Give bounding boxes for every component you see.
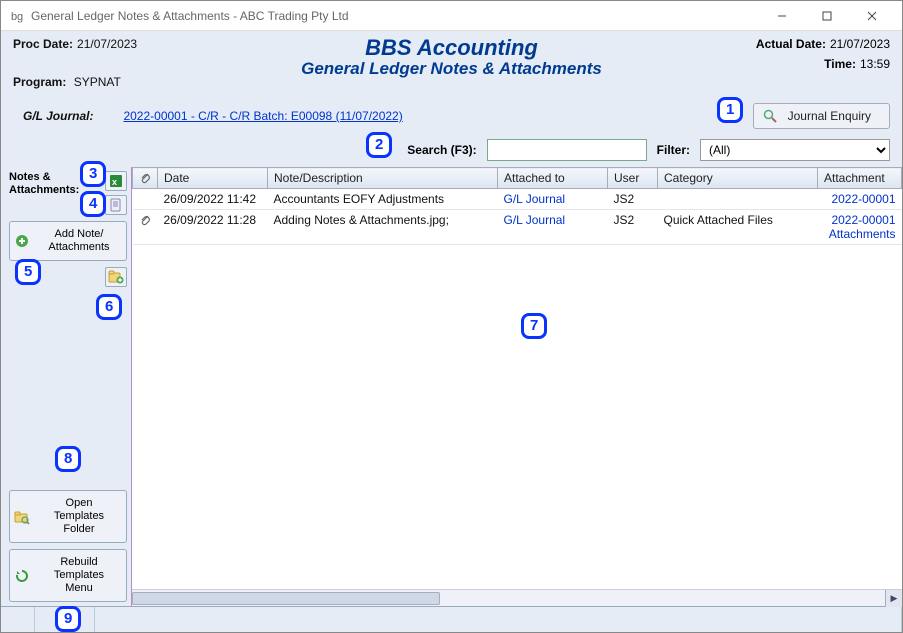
row-attachment[interactable]: 2022-00001Attachments [818,210,902,245]
col-note[interactable]: Note/Description [268,168,498,189]
row-note: Adding Notes & Attachments.jpg; [268,210,498,245]
row-clip-cell [133,189,158,210]
window-controls [759,2,894,30]
filter-label: Filter: [657,143,690,157]
scrollbar-thumb[interactable] [132,592,440,605]
export-excel-button[interactable]: x [105,171,127,191]
page-icon [109,198,123,212]
window-title: General Ledger Notes & Attachments - ABC… [31,9,759,23]
minimize-button[interactable] [759,2,804,30]
row-category [658,189,818,210]
program-value: SYPNAT [74,75,121,89]
gl-journal-label: G/L Journal: [23,109,93,123]
excel-icon: x [109,174,123,188]
filter-select[interactable]: (All) [700,139,890,161]
view-note-button[interactable] [105,195,127,215]
table-row[interactable]: 26/09/2022 11:42 Accountants EOFY Adjust… [133,189,902,210]
sidebar: Notes &Attachments: x [1,167,131,606]
titlebar: bg General Ledger Notes & Attachments - … [1,1,902,31]
add-note-label: Add Note/Attachments [36,228,122,254]
search-row: Search (F3): Filter: (All) [1,137,902,167]
col-attached-to[interactable]: Attached to [498,168,608,189]
journal-enquiry-label: Journal Enquiry [788,109,871,123]
svg-text:x: x [112,177,117,187]
program-label: Program: [13,75,66,89]
notes-grid[interactable]: Date Note/Description Attached to User C… [132,167,902,589]
statusbar: R [1,606,902,632]
actual-date-label: Actual Date: [756,37,826,51]
table-header-row: Date Note/Description Attached to User C… [133,168,902,189]
row-user: JS2 [608,189,658,210]
time-label: Time: [824,57,856,71]
col-user[interactable]: User [608,168,658,189]
col-attachment-icon[interactable] [133,168,158,189]
add-note-button[interactable]: Add Note/Attachments [9,221,127,261]
app-icon: bg [9,8,25,24]
body: Notes &Attachments: x [1,167,902,606]
paperclip-icon [139,213,152,227]
journal-enquiry-button[interactable]: Journal Enquiry [753,103,890,129]
row-date: 26/09/2022 11:28 [158,210,268,245]
actual-block: Actual Date: 21/07/2023 Time: 13:59 [756,37,890,71]
row-clip-cell [133,210,158,245]
search-input[interactable] [487,139,647,161]
magnifier-icon [762,108,778,124]
paperclip-icon [139,171,151,185]
col-attachment[interactable]: Attachment [818,168,902,189]
proc-date-value: 21/07/2023 [77,37,137,51]
actual-date-value: 21/07/2023 [830,37,890,51]
open-templates-label: OpenTemplatesFolder [36,497,122,536]
svg-text:g: g [17,11,23,23]
row-date: 26/09/2022 11:42 [158,189,268,210]
search-label: Search (F3): [407,143,476,157]
col-date[interactable]: Date [158,168,268,189]
notes-table: Date Note/Description Attached to User C… [132,167,902,245]
row-attached-to[interactable]: G/L Journal [498,189,608,210]
grid-wrap: Date Note/Description Attached to User C… [131,167,902,606]
row-category: Quick Attached Files [658,210,818,245]
close-button[interactable] [849,2,894,30]
new-category-button[interactable] [105,267,127,287]
row-attachment[interactable]: 2022-00001 [818,189,902,210]
scroll-right-button[interactable]: ▶ [885,590,902,607]
row-note: Accountants EOFY Adjustments [268,189,498,210]
gl-journal-row: G/L Journal: 2022-00001 - C/R - C/R Batc… [1,93,902,137]
proc-date-label: Proc Date: [13,37,73,51]
header: BBS Accounting General Ledger Notes & At… [1,31,902,93]
row-attached-to[interactable]: G/L Journal [498,210,608,245]
rebuild-templates-button[interactable]: RebuildTemplatesMenu [9,549,127,602]
horizontal-scrollbar[interactable]: ▶ [132,589,902,606]
status-ready: R [35,607,95,632]
rebuild-templates-label: RebuildTemplatesMenu [36,556,122,595]
maximize-button[interactable] [804,2,849,30]
open-templates-folder-button[interactable]: OpenTemplatesFolder [9,490,127,543]
app-window: 1 2 3 4 5 6 7 8 9 bg General Ledger Note… [0,0,903,633]
time-value: 13:59 [860,57,890,71]
add-icon [14,233,30,249]
rebuild-icon [14,568,30,584]
gl-journal-link[interactable]: 2022-00001 - C/R - C/R Batch: E00098 (11… [123,109,402,123]
open-folder-icon [14,509,30,525]
new-category-icon [108,270,124,284]
col-category[interactable]: Category [658,168,818,189]
row-user: JS2 [608,210,658,245]
sidebar-heading: Notes &Attachments: [9,171,79,197]
table-row[interactable]: 26/09/2022 11:28 Adding Notes & Attachme… [133,210,902,245]
